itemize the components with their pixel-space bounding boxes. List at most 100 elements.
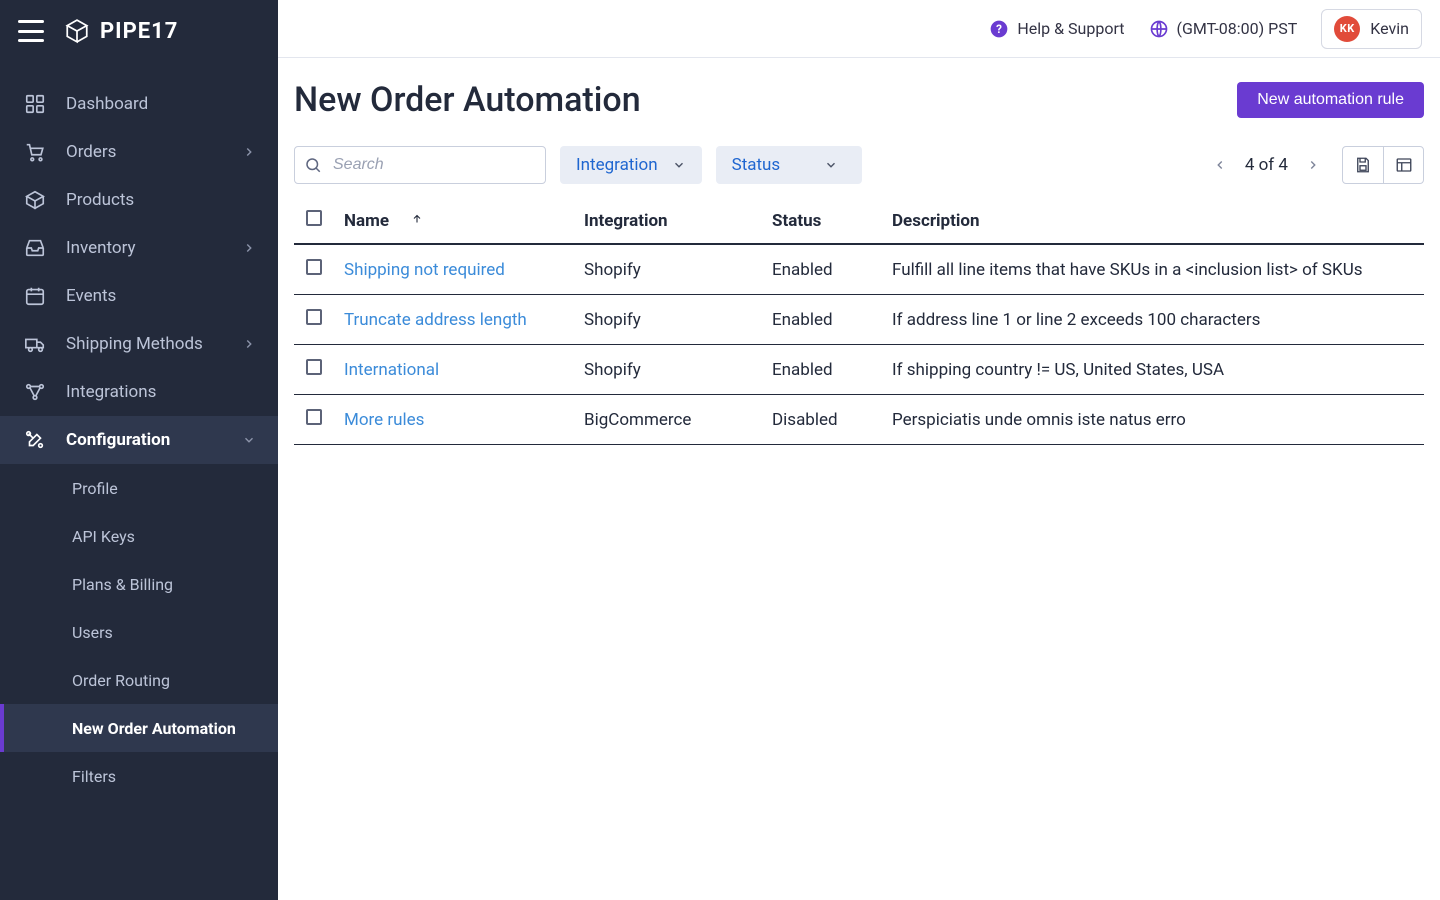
col-header-description[interactable]: Description [882,198,1424,244]
sidebar-top: PIPE17 [0,0,278,62]
chevron-right-icon [242,337,256,351]
sidebar-item-configuration[interactable]: Configuration [0,416,278,464]
sidebar-item-label: Configuration [66,430,170,450]
save-view-button[interactable] [1343,147,1383,183]
sidebar-sub-label: Filters [72,767,116,786]
cell-status: Enabled [762,345,882,395]
filter-integration[interactable]: Integration [560,146,702,184]
cube-icon [64,18,90,44]
sidebar-item-shipping-methods[interactable]: Shipping Methods [0,320,278,368]
chevron-right-icon [242,241,256,255]
tools-icon [22,429,48,451]
rule-name-link[interactable]: International [344,360,439,380]
sidebar-sub-label: Profile [72,479,118,498]
user-menu[interactable]: KK Kevin [1321,9,1422,49]
sidebar-subnav: Profile API Keys Plans & Billing Users O… [0,464,278,800]
toolbar-right: 4 of 4 [1209,146,1424,184]
svg-text:?: ? [996,22,1002,36]
columns-button[interactable] [1383,147,1423,183]
col-header-label: Description [892,211,979,231]
menu-toggle-button[interactable] [18,20,44,42]
col-header-name[interactable]: Name [334,198,574,244]
sidebar-item-label: Products [66,190,134,210]
sidebar-nav: Dashboard Orders Products Inventory [0,62,278,900]
cell-integration: BigCommerce [574,395,762,445]
page-header: New Order Automation New automation rule [294,80,1424,120]
topbar: ? Help & Support (GMT-08:00) PST KK Kevi… [278,0,1440,58]
calendar-icon [22,285,48,307]
sort-asc-icon [411,211,423,231]
sidebar-sub-new-order-automation[interactable]: New Order Automation [0,704,278,752]
timezone-selector[interactable]: (GMT-08:00) PST [1149,19,1298,39]
row-checkbox[interactable] [306,409,322,425]
truck-icon [22,333,48,355]
page-title: New Order Automation [294,80,641,120]
rules-table: Name Integration Status Description Ship… [294,198,1424,445]
sidebar-sub-filters[interactable]: Filters [0,752,278,800]
sidebar-item-products[interactable]: Products [0,176,278,224]
filter-label: Status [732,155,781,175]
table-header: Name Integration Status Description [294,198,1424,244]
col-header-label: Name [344,211,389,231]
pager: 4 of 4 [1209,154,1324,176]
row-checkbox[interactable] [306,359,322,375]
rule-name-link[interactable]: Shipping not required [344,260,505,280]
select-all-checkbox[interactable] [306,210,322,226]
filter-status[interactable]: Status [716,146,863,184]
pager-text: 4 of 4 [1245,155,1288,175]
table-row: Truncate address length Shopify Enabled … [294,295,1424,345]
cell-integration: Shopify [574,244,762,295]
sidebar-item-dashboard[interactable]: Dashboard [0,80,278,128]
help-support-button[interactable]: ? Help & Support [989,19,1124,39]
col-header-status[interactable]: Status [762,198,882,244]
content: New Order Automation New automation rule… [278,58,1440,900]
new-automation-rule-button[interactable]: New automation rule [1237,82,1424,118]
sidebar-sub-profile[interactable]: Profile [0,464,278,512]
chevron-down-icon [672,158,686,172]
rule-name-link[interactable]: Truncate address length [344,310,527,330]
sidebar-sub-users[interactable]: Users [0,608,278,656]
sidebar-item-integrations[interactable]: Integrations [0,368,278,416]
table-row: International Shopify Enabled If shippin… [294,345,1424,395]
sidebar-sub-api-keys[interactable]: API Keys [0,512,278,560]
table-row: Shipping not required Shopify Enabled Fu… [294,244,1424,295]
cell-description: Perspiciatis unde omnis iste natus erro [882,395,1424,445]
rule-name-link[interactable]: More rules [344,410,424,430]
cell-integration: Shopify [574,295,762,345]
filter-label: Integration [576,155,658,175]
sidebar-item-label: Inventory [66,238,136,258]
brand-text: PIPE17 [100,19,178,44]
pager-next-button[interactable] [1302,154,1324,176]
search-input[interactable] [294,146,546,184]
globe-icon [1149,19,1169,39]
sidebar-item-label: Integrations [66,382,156,402]
sidebar-sub-order-routing[interactable]: Order Routing [0,656,278,704]
grid-icon [22,93,48,115]
sidebar-item-orders[interactable]: Orders [0,128,278,176]
row-checkbox[interactable] [306,309,322,325]
cell-description: Fulfill all line items that have SKUs in… [882,244,1424,295]
view-buttons [1342,146,1424,184]
col-header-label: Status [772,211,821,231]
sidebar-sub-plans-billing[interactable]: Plans & Billing [0,560,278,608]
help-icon: ? [989,19,1009,39]
main: ? Help & Support (GMT-08:00) PST KK Kevi… [278,0,1440,900]
search-icon [304,156,322,174]
sidebar-item-label: Shipping Methods [66,334,203,354]
sidebar-sub-label: Order Routing [72,671,170,690]
cart-icon [22,141,48,163]
col-header-integration[interactable]: Integration [574,198,762,244]
sidebar-item-label: Events [66,286,116,306]
sidebar-sub-label: API Keys [72,527,135,546]
chevron-down-icon [824,158,838,172]
sidebar-item-events[interactable]: Events [0,272,278,320]
nodes-icon [22,381,48,403]
brand-logo[interactable]: PIPE17 [64,18,178,44]
row-checkbox[interactable] [306,259,322,275]
cell-status: Enabled [762,244,882,295]
help-support-label: Help & Support [1017,19,1124,38]
pager-prev-button[interactable] [1209,154,1231,176]
chevron-down-icon [242,433,256,447]
user-name: Kevin [1370,19,1409,38]
sidebar-item-inventory[interactable]: Inventory [0,224,278,272]
